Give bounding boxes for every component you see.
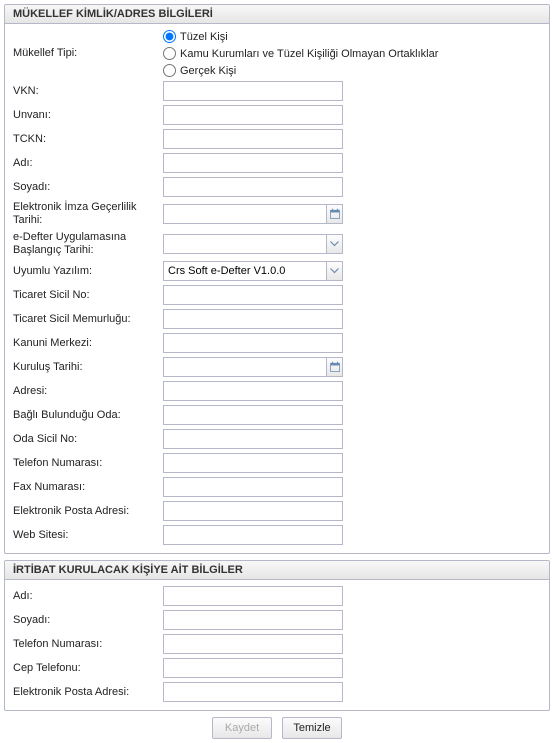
odasicil-label: Oda Sicil No:	[13, 433, 163, 446]
eposta-input[interactable]	[163, 501, 343, 521]
yazilim-combo-trigger[interactable]	[326, 261, 343, 281]
edefter-input[interactable]	[163, 234, 326, 254]
adresi-input[interactable]	[163, 381, 343, 401]
edefter-label: e-Defter Uygulamasına Başlangıç Tarihi:	[13, 231, 163, 257]
kmerkezi-label: Kanuni Merkezi:	[13, 337, 163, 350]
bagli-input[interactable]	[163, 405, 343, 425]
tckn-input[interactable]	[163, 129, 343, 149]
radio-gercek-item: Gerçek Kişi	[163, 64, 541, 77]
itelefon-label: Telefon Numarası:	[13, 638, 163, 651]
mukellef-section-title: MÜKELLEF KİMLİK/ADRES BİLGİLERİ	[5, 5, 549, 24]
unvani-input[interactable]	[163, 105, 343, 125]
radio-tuzel-label[interactable]: Tüzel Kişi	[180, 31, 228, 43]
vkn-label: VKN:	[13, 85, 163, 98]
kmerkezi-input[interactable]	[163, 333, 343, 353]
yazilim-label: Uyumlu Yazılım:	[13, 265, 163, 278]
soyadi-label: Soyadı:	[13, 181, 163, 194]
unvani-label: Unvanı:	[13, 109, 163, 122]
button-bar: Kaydet Temizle	[4, 717, 550, 739]
yazilim-input[interactable]	[163, 261, 326, 281]
web-input[interactable]	[163, 525, 343, 545]
kurulus-input[interactable]	[163, 357, 326, 377]
radio-kamu[interactable]	[163, 47, 176, 60]
radio-gercek-label[interactable]: Gerçek Kişi	[180, 65, 236, 77]
kurulus-date-trigger[interactable]	[326, 357, 343, 377]
tsicilno-input[interactable]	[163, 285, 343, 305]
mukellef-section: MÜKELLEF KİMLİK/ADRES BİLGİLERİ Mükellef…	[4, 4, 550, 554]
radio-kamu-item: Kamu Kurumları ve Tüzel Kişiliği Olmayan…	[163, 47, 541, 60]
fax-label: Fax Numarası:	[13, 481, 163, 494]
ieposta-input[interactable]	[163, 682, 343, 702]
itelefon-input[interactable]	[163, 634, 343, 654]
chevron-down-icon	[330, 268, 339, 274]
isoyadi-input[interactable]	[163, 610, 343, 630]
radio-kamu-label[interactable]: Kamu Kurumları ve Tüzel Kişiliği Olmayan…	[180, 48, 438, 60]
irtibat-section: İRTİBAT KURULACAK KİŞİYE AİT BİLGİLER Ad…	[4, 560, 550, 711]
icep-label: Cep Telefonu:	[13, 662, 163, 675]
web-label: Web Sitesi:	[13, 529, 163, 542]
adi-label: Adı:	[13, 157, 163, 170]
tsicilno-label: Ticaret Sicil No:	[13, 289, 163, 302]
bagli-label: Bağlı Bulunduğu Oda:	[13, 409, 163, 422]
iadi-input[interactable]	[163, 586, 343, 606]
soyadi-input[interactable]	[163, 177, 343, 197]
calendar-icon	[329, 361, 341, 373]
mukellef-tipi-label: Mükellef Tipi:	[13, 47, 163, 60]
irtibat-section-body: Adı: Soyadı: Telefon Numarası: Cep Telef…	[5, 580, 549, 710]
odasicil-input[interactable]	[163, 429, 343, 449]
fax-input[interactable]	[163, 477, 343, 497]
mukellef-section-body: Mükellef Tipi: Tüzel Kişi Kamu Kurumları…	[5, 24, 549, 553]
eimza-datefield	[163, 204, 343, 224]
yazilim-combo	[163, 261, 343, 281]
irtibat-section-title: İRTİBAT KURULACAK KİŞİYE AİT BİLGİLER	[5, 561, 549, 580]
mukellef-tipi-row: Mükellef Tipi: Tüzel Kişi Kamu Kurumları…	[13, 30, 541, 77]
kurulus-datefield	[163, 357, 343, 377]
vkn-input[interactable]	[163, 81, 343, 101]
kaydet-button[interactable]: Kaydet	[212, 717, 272, 739]
edefter-combo	[163, 234, 343, 254]
radio-tuzel[interactable]	[163, 30, 176, 43]
radio-gercek[interactable]	[163, 64, 176, 77]
calendar-icon	[329, 208, 341, 220]
iadi-label: Adı:	[13, 590, 163, 603]
adi-input[interactable]	[163, 153, 343, 173]
telefon-input[interactable]	[163, 453, 343, 473]
chevron-down-icon	[330, 241, 339, 247]
isoyadi-label: Soyadı:	[13, 614, 163, 627]
tckn-label: TCKN:	[13, 133, 163, 146]
eimza-input[interactable]	[163, 204, 326, 224]
kurulus-label: Kuruluş Tarihi:	[13, 361, 163, 374]
radio-tuzel-item: Tüzel Kişi	[163, 30, 541, 43]
eimza-label: Elektronik İmza Geçerlilik Tarihi:	[13, 201, 163, 227]
tsicilmem-input[interactable]	[163, 309, 343, 329]
edefter-combo-trigger[interactable]	[326, 234, 343, 254]
icep-input[interactable]	[163, 658, 343, 678]
ieposta-label: Elektronik Posta Adresi:	[13, 686, 163, 699]
tsicilmem-label: Ticaret Sicil Memurluğu:	[13, 313, 163, 326]
eimza-date-trigger[interactable]	[326, 204, 343, 224]
eposta-label: Elektronik Posta Adresi:	[13, 505, 163, 518]
telefon-label: Telefon Numarası:	[13, 457, 163, 470]
mukellef-tipi-group: Tüzel Kişi Kamu Kurumları ve Tüzel Kişil…	[163, 30, 541, 77]
temizle-button[interactable]: Temizle	[282, 717, 342, 739]
adresi-label: Adresi:	[13, 385, 163, 398]
